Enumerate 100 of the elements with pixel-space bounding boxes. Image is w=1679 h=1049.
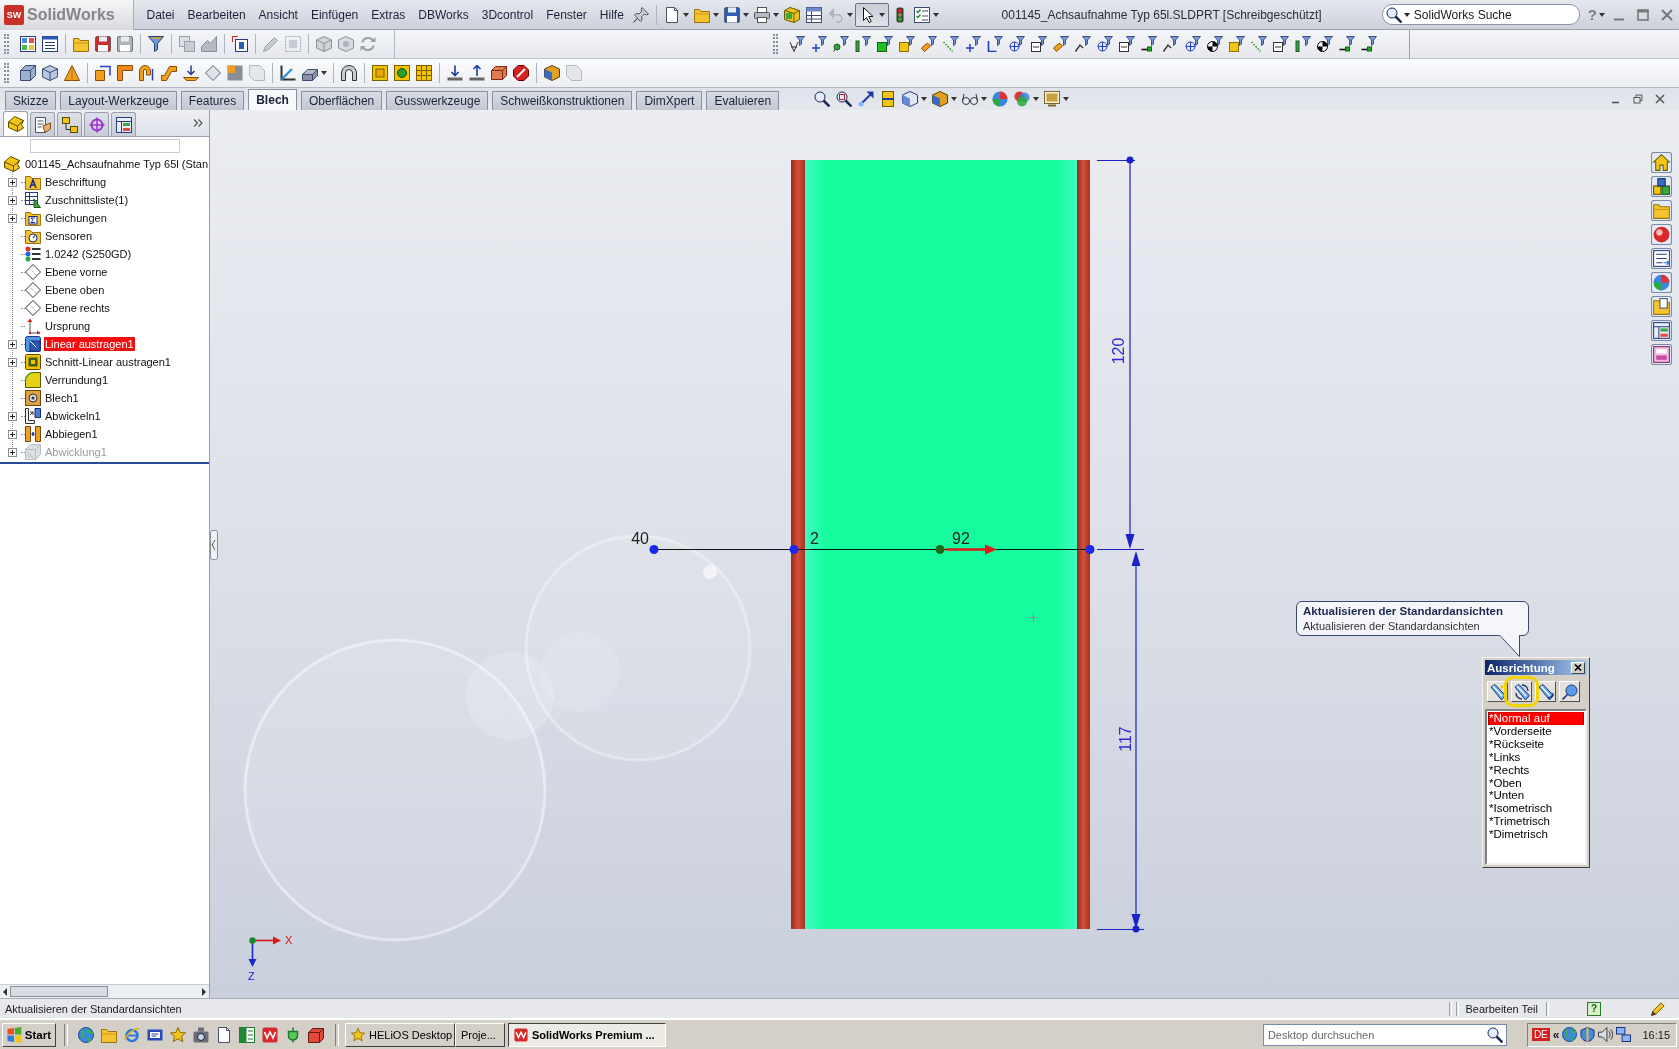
expand-icon[interactable] xyxy=(7,357,17,367)
filter-field[interactable] xyxy=(30,139,180,153)
help-button[interactable]: ? xyxy=(1587,1001,1601,1016)
filter-icon[interactable] xyxy=(1207,36,1223,52)
cube-icon[interactable] xyxy=(902,91,919,107)
filter-icon[interactable] xyxy=(811,36,827,52)
caret-icon[interactable] xyxy=(1403,12,1410,17)
circle-frame-icon[interactable] xyxy=(394,65,410,81)
splitter-handle[interactable] xyxy=(210,530,218,560)
expand-icon[interactable] xyxy=(7,447,17,457)
language-indicator[interactable]: DE xyxy=(1531,1028,1550,1041)
search-field[interactable]: SolidWorks Suche xyxy=(1381,4,1580,25)
panel-tab[interactable] xyxy=(111,112,136,136)
tree-item[interactable]: Verrundung1 xyxy=(44,373,109,387)
filter-icon[interactable] xyxy=(1361,36,1377,52)
folder-icon[interactable] xyxy=(100,1026,117,1043)
shield-icon[interactable] xyxy=(1580,1027,1596,1042)
tree-item[interactable]: Sensoren xyxy=(44,229,94,243)
scrollbar-thumb[interactable] xyxy=(10,986,108,997)
speaker-icon[interactable] xyxy=(1598,1027,1614,1042)
expand-icon[interactable] xyxy=(7,429,17,439)
arrow-up-icon[interactable] xyxy=(469,65,485,81)
caret-icon[interactable] xyxy=(951,97,958,101)
step-icon[interactable] xyxy=(161,65,177,81)
panel-tab[interactable] xyxy=(57,112,82,136)
tree-item[interactable]: Gleichungen xyxy=(44,211,108,225)
filter-icon[interactable] xyxy=(1339,36,1355,52)
tree-item[interactable]: 001145_Achsaufnahme Typ 65l (Stan xyxy=(24,157,210,171)
sketch-point-icon[interactable] xyxy=(649,545,659,554)
caret-icon[interactable] xyxy=(933,12,940,17)
expand-icon[interactable] xyxy=(7,177,17,187)
list-item[interactable]: *Vorderseite xyxy=(1488,724,1584,738)
star-icon[interactable] xyxy=(169,1026,186,1043)
search-icon[interactable] xyxy=(1385,6,1402,23)
caret-icon[interactable] xyxy=(1599,12,1605,17)
sphere-icon[interactable] xyxy=(992,91,1009,107)
filter-icon[interactable] xyxy=(1295,36,1311,52)
task-button[interactable]: HELiOS Desktop xyxy=(345,1022,455,1047)
filter-icon[interactable] xyxy=(1009,36,1025,52)
toolbar-grip[interactable] xyxy=(773,34,778,54)
cube-icon[interactable] xyxy=(42,65,58,81)
list-item[interactable]: *Normal auf xyxy=(1488,712,1584,725)
caret-icon[interactable] xyxy=(879,12,886,17)
bent-sheet-icon[interactable] xyxy=(117,65,133,81)
caret-icon[interactable] xyxy=(683,12,690,17)
caret-icon[interactable] xyxy=(773,12,780,17)
filter-icon[interactable] xyxy=(1141,36,1157,52)
zigzag-tile-icon[interactable] xyxy=(261,1026,278,1043)
menu-item[interactable]: Extras xyxy=(364,7,412,22)
filter-icon[interactable] xyxy=(855,36,871,52)
printer-icon[interactable] xyxy=(754,6,771,23)
menu-item[interactable]: Einfügen xyxy=(304,7,365,22)
filter-icon[interactable] xyxy=(965,36,981,52)
document-icon[interactable] xyxy=(664,6,681,23)
filter-icon[interactable] xyxy=(1185,36,1201,52)
menu-item[interactable]: 3Dcontrol xyxy=(475,7,540,22)
filter-icon[interactable] xyxy=(899,36,915,52)
expand-icon[interactable] xyxy=(7,339,17,349)
desktop-search-field[interactable]: Desktop durchsuchen xyxy=(1262,1023,1507,1046)
sketch-point-icon[interactable] xyxy=(789,545,799,554)
command-tab[interactable]: Blech xyxy=(248,89,297,110)
zoom-icon[interactable] xyxy=(836,91,853,107)
panel-tab[interactable] xyxy=(3,111,28,136)
maximize-icon[interactable] xyxy=(1637,8,1649,21)
filter-icon[interactable] xyxy=(1251,36,1267,52)
toolbar-grip[interactable] xyxy=(4,34,9,54)
menu-item[interactable]: Ansicht xyxy=(252,7,305,22)
box-icon[interactable] xyxy=(307,1026,324,1043)
cone-icon[interactable] xyxy=(64,65,80,81)
arrow-left-icon[interactable] xyxy=(2,987,8,996)
tray-expand-button[interactable]: « xyxy=(1552,1027,1560,1042)
sketch-point-icon[interactable] xyxy=(935,545,945,554)
pencil-icon[interactable] xyxy=(1651,1001,1665,1016)
filter-icon[interactable] xyxy=(1075,36,1091,52)
search-icon[interactable] xyxy=(1486,1026,1503,1043)
chevron-right-icon[interactable] xyxy=(193,119,203,127)
filter-icon[interactable] xyxy=(1273,36,1289,52)
list-item[interactable]: *Oben xyxy=(1488,776,1584,790)
tree-item[interactable]: Zuschnittsliste(1) xyxy=(44,193,130,207)
panel-icon[interactable] xyxy=(1651,320,1672,341)
tree-item[interactable]: Ebene vorne xyxy=(44,265,109,279)
camera-icon[interactable] xyxy=(192,1026,209,1043)
caret-icon[interactable] xyxy=(713,12,720,17)
filter-icon[interactable] xyxy=(1097,36,1113,52)
home-icon[interactable] xyxy=(1651,152,1672,173)
tree-item[interactable]: Abwickeln1 xyxy=(44,409,102,423)
filter-icon[interactable] xyxy=(833,36,849,52)
restore-icon[interactable] xyxy=(1633,94,1643,104)
area-chart-icon[interactable] xyxy=(201,36,217,52)
menu-item[interactable]: Datei xyxy=(140,7,181,22)
filter-icon[interactable] xyxy=(987,36,1003,52)
command-tab[interactable]: Evaluieren xyxy=(706,91,780,110)
filter-icon[interactable] xyxy=(1317,36,1333,52)
menu-item[interactable]: Fenster xyxy=(539,7,594,22)
list-item[interactable]: *Links xyxy=(1488,750,1584,764)
folder-icon[interactable] xyxy=(1651,200,1672,221)
caret-icon[interactable] xyxy=(1033,97,1040,101)
command-tab[interactable]: DimXpert xyxy=(636,91,703,110)
table-icon[interactable] xyxy=(806,6,823,23)
arch-icon[interactable] xyxy=(341,65,357,81)
